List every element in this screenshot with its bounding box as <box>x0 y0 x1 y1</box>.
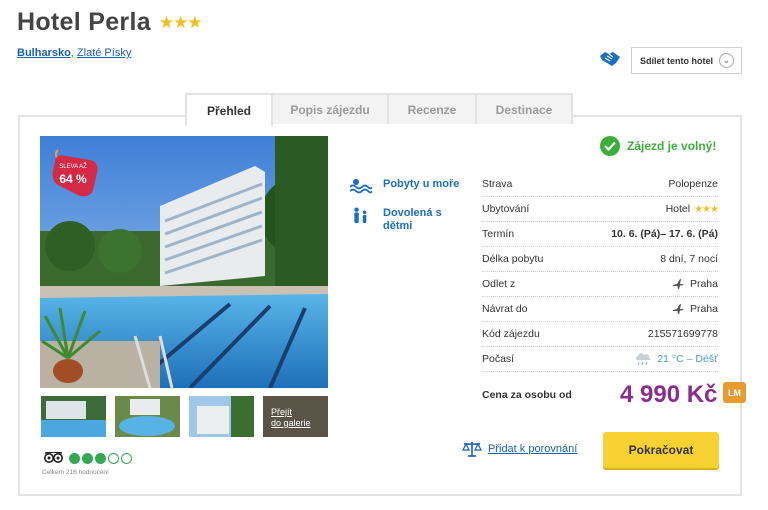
detail-row-return: Návrat do Praha <box>482 297 718 322</box>
breadcrumb: Bulharsko, Zlaté Písky <box>17 47 131 59</box>
chevron-down-icon: ⌄ <box>719 53 734 68</box>
feature-sea-stay[interactable]: Pobyty u moře <box>350 178 459 194</box>
gallery-link[interactable]: Přejít do galerie <box>263 396 328 437</box>
add-to-compare-link[interactable]: Přidat k porovnání <box>488 443 577 455</box>
tripadvisor-owl-icon <box>44 452 63 463</box>
detail-row-length: Délka pobytu 8 dní, 7 nocí <box>482 247 718 272</box>
hotel-tabs: Přehled Popis zájezdu Recenze Destinace <box>185 93 573 126</box>
handshake-icon <box>600 52 620 66</box>
discount-label: SLEVA AŽ <box>59 164 87 170</box>
detail-value: 215571699778 <box>647 328 718 340</box>
scales-icon <box>462 442 482 457</box>
share-hotel-button[interactable]: Sdílet tento hotel ⌄ <box>631 47 742 74</box>
sea-waves-icon <box>350 179 372 194</box>
detail-label: Odlet z <box>482 278 516 290</box>
tab-prehled[interactable]: Přehled <box>185 93 273 126</box>
continue-button[interactable]: Pokračovat <box>603 432 719 468</box>
hotel-header: Hotel Perla ★★★ <box>17 8 203 37</box>
detail-label: Návrat do <box>482 303 528 315</box>
availability-text: Zájezd je volný! <box>627 139 717 153</box>
detail-row-accommodation: Ubytování Hotel ★★★ <box>482 197 719 222</box>
detail-value: Polopenze <box>668 178 718 190</box>
detail-value: Praha <box>672 278 718 290</box>
detail-value: 10. 6. (Pá)– 17. 6. (Pá) <box>611 228 718 240</box>
detail-value: 21 °C – Déšť <box>634 352 718 366</box>
tripadvisor-rating[interactable] <box>44 452 134 464</box>
tab-destinace[interactable]: Destinace <box>475 93 573 124</box>
detail-row-departure: Odlet z Praha <box>482 272 718 297</box>
discount-value: 64 % <box>59 172 87 186</box>
breadcrumb-separator: , <box>70 47 74 59</box>
feature-family-label: Dovolená s dětmi <box>383 207 442 232</box>
detail-value: Praha <box>672 303 718 315</box>
share-hotel-label: Sdílet tento hotel <box>640 55 713 66</box>
rating-dot-empty <box>121 452 132 464</box>
rating-dot-filled <box>95 452 106 464</box>
last-minute-badge: LM <box>723 382 746 403</box>
thumbnail-3[interactable] <box>189 396 254 437</box>
tab-popis-zajezdu[interactable]: Popis zájezdu <box>271 93 389 124</box>
hotel-stars: ★★★ <box>158 12 203 32</box>
detail-row-meal: Strava Polopenze <box>482 172 718 197</box>
tab-recenze[interactable]: Recenze <box>387 93 477 124</box>
detail-row-code: Kód zájezdu 215571699778 <box>482 322 718 347</box>
add-to-compare[interactable]: Přidat k porovnání <box>462 441 577 457</box>
detail-row-weather: Počasí 21 °C – Déšť <box>482 347 718 372</box>
rating-dot-filled <box>82 452 93 464</box>
detail-value: Hotel ★★★ <box>665 203 719 215</box>
accommodation-stars: ★★★ <box>694 203 719 215</box>
rating-dot-filled <box>69 452 80 464</box>
hotel-title: Hotel Perla <box>17 8 151 36</box>
rain-cloud-icon <box>636 353 651 366</box>
photo-thumbnails: Přejít do galerie <box>41 396 337 437</box>
gallery-link-label: Přejít do galerie <box>271 407 311 428</box>
price-section: Cena za osobu od 4 990 Kč LM <box>482 381 748 409</box>
detail-label: Strava <box>482 178 513 190</box>
rating-dot-empty <box>108 452 119 464</box>
feature-sea-label: Pobyty u moře <box>383 178 460 190</box>
checkmark-icon <box>600 136 620 156</box>
detail-label: Kód zájezdu <box>482 328 540 340</box>
breadcrumb-resort-link[interactable]: Zlaté Písky <box>77 47 131 59</box>
detail-value: 8 dní, 7 nocí <box>660 253 718 265</box>
price-label: Cena za osobu od <box>482 389 572 401</box>
feature-family[interactable]: Dovolená s dětmi <box>350 207 442 233</box>
breadcrumb-country-link[interactable]: Bulharsko <box>17 47 71 59</box>
plane-icon <box>672 279 684 289</box>
price-value: 4 990 Kč <box>620 381 718 408</box>
detail-label: Ubytování <box>482 203 530 215</box>
detail-label: Počasí <box>482 353 515 365</box>
availability-status: Zájezd je volný! <box>600 136 716 156</box>
plane-icon <box>672 304 684 314</box>
trip-details-table: Strava Polopenze Ubytování Hotel ★★★ Term… <box>482 172 719 372</box>
detail-row-dates: Termín 10. 6. (Pá)– 17. 6. (Pá) <box>482 222 718 247</box>
detail-label: Délka pobytu <box>482 253 544 265</box>
family-icon <box>354 207 367 223</box>
discount-badge: SLEVA AŽ 64 % <box>50 148 100 198</box>
rating-count: Celkem 216 hodnocení <box>42 469 109 476</box>
thumbnail-1[interactable] <box>41 396 106 437</box>
detail-label: Termín <box>482 228 515 240</box>
thumbnail-2[interactable] <box>115 396 180 437</box>
